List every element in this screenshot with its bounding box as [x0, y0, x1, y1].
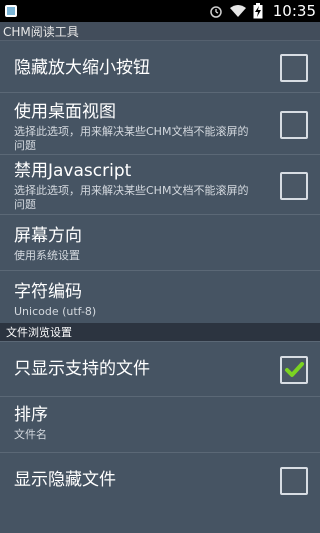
pref-title: 屏幕方向: [14, 226, 82, 246]
wifi-icon: [229, 5, 246, 17]
pref-sort[interactable]: 排序 文件名: [0, 397, 320, 453]
battery-charging-icon: [253, 3, 263, 19]
pref-title: 字符编码: [14, 282, 82, 302]
pref-title: 只显示支持的文件: [14, 359, 150, 379]
category-file-browse-settings: 文件浏览设置: [0, 323, 320, 342]
pref-summary: 选择此选项，用来解决某些CHM文档不能滚屏的问题: [14, 125, 249, 152]
pref-disable-javascript[interactable]: 禁用Javascript 选择此选项，用来解决某些CHM文档不能滚屏的问题: [0, 155, 320, 215]
app-title: CHM阅读工具: [3, 24, 79, 39]
pref-summary: 文件名: [14, 428, 47, 441]
category-label: 文件浏览设置: [6, 326, 72, 339]
pref-summary: 使用系统设置: [14, 249, 80, 262]
clock: 10:35: [272, 2, 316, 20]
pref-hide-zoom-buttons[interactable]: 隐藏放大缩小按钮: [0, 41, 320, 93]
app-title-bar: CHM阅读工具: [0, 22, 320, 41]
desktop-view-checkbox[interactable]: [280, 110, 308, 139]
show-hidden-files-checkbox[interactable]: [280, 467, 308, 495]
pref-summary: 选择此选项，用来解决某些CHM文档不能滚屏的问题: [14, 184, 249, 211]
app-icon: [5, 5, 17, 17]
pref-summary: Unicode (utf-8): [14, 305, 97, 318]
pref-screen-orientation[interactable]: 屏幕方向 使用系统设置: [0, 215, 320, 271]
pref-title: 显示隐藏文件: [14, 470, 116, 490]
pref-title: 隐藏放大缩小按钮: [14, 58, 150, 78]
disable-javascript-checkbox[interactable]: [280, 171, 308, 200]
pref-show-hidden-files[interactable]: 显示隐藏文件: [0, 453, 320, 507]
pref-title: 使用桌面视图: [14, 102, 116, 122]
pref-show-supported-files[interactable]: 只显示支持的文件: [0, 342, 320, 397]
show-supported-files-checkbox[interactable]: [280, 356, 308, 384]
status-bar: 10:35: [0, 0, 320, 22]
pref-title: 排序: [14, 405, 48, 425]
settings-list: 隐藏放大缩小按钮 使用桌面视图 选择此选项，用来解决某些CHM文档不能滚屏的问题…: [0, 41, 320, 507]
checkmark-icon: [285, 362, 304, 377]
pref-character-encoding[interactable]: 字符编码 Unicode (utf-8): [0, 271, 320, 323]
pref-title: 禁用Javascript: [14, 161, 132, 181]
hide-zoom-checkbox[interactable]: [280, 53, 308, 82]
pref-desktop-view[interactable]: 使用桌面视图 选择此选项，用来解决某些CHM文档不能滚屏的问题: [0, 93, 320, 155]
alarm-icon: [210, 6, 222, 18]
